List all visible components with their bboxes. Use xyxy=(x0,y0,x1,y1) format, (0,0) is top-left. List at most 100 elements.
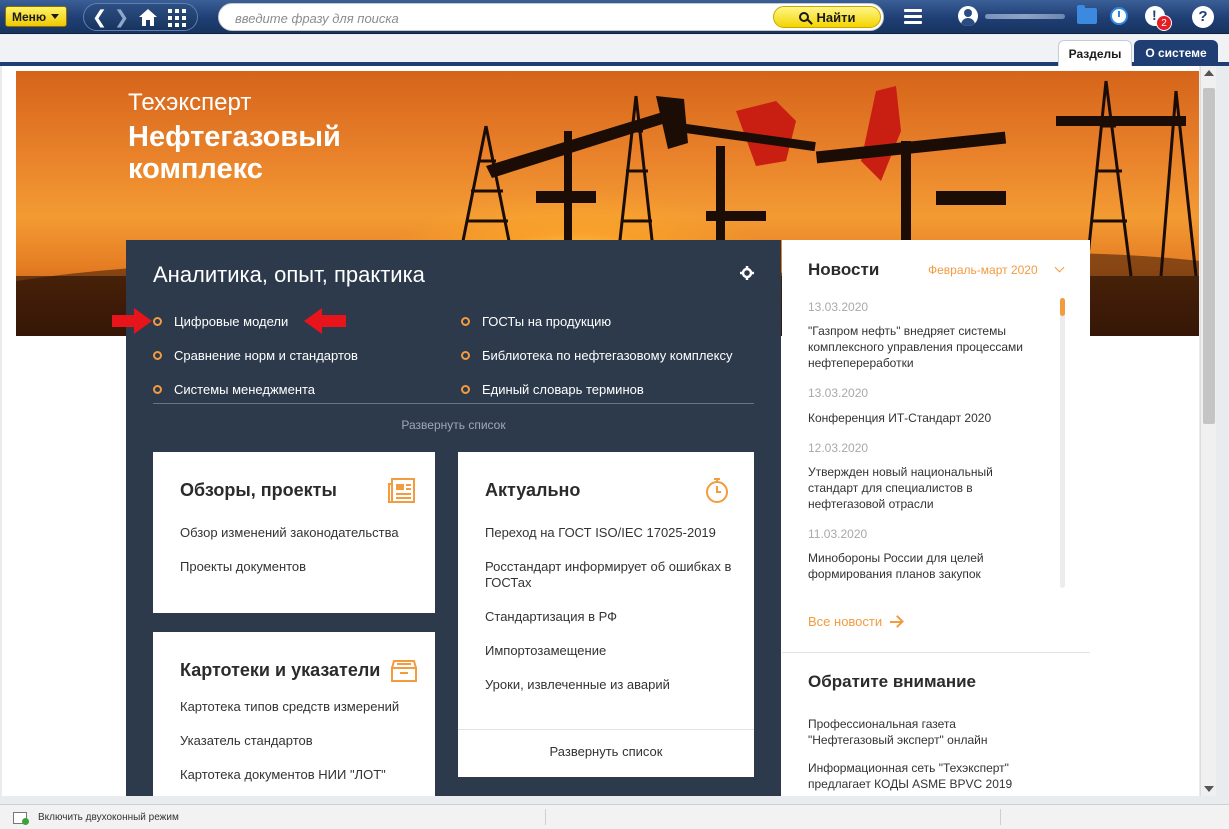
news-period-select[interactable]: Февраль-март 2020 xyxy=(928,263,1038,277)
scroll-down-icon[interactable] xyxy=(1204,786,1214,792)
alert-count-badge: 2 xyxy=(1156,15,1172,31)
news-item[interactable]: Минобороны России для целей формирования… xyxy=(808,550,1008,582)
catalogs-item[interactable]: Картотека документов НИИ "ЛОТ" xyxy=(180,767,386,783)
back-icon[interactable]: ❮ xyxy=(92,8,107,26)
news-date: 12.03.2020 xyxy=(808,441,869,455)
news-item[interactable]: "Газпром нефть" внедряет системы комплек… xyxy=(808,323,1033,371)
news-date: 11.03.2020 xyxy=(808,527,868,541)
news-date: 13.03.2020 xyxy=(808,386,869,400)
red-arrow-right-icon xyxy=(112,308,152,334)
reviews-item[interactable]: Проекты документов xyxy=(180,559,306,575)
link-product-gosts[interactable]: ГОСТы на продукцию xyxy=(461,314,611,329)
find-button[interactable]: Найти xyxy=(773,6,881,28)
news-scrollbar[interactable] xyxy=(1060,298,1065,588)
news-scroll-thumb[interactable] xyxy=(1060,298,1065,316)
newspaper-icon xyxy=(388,478,415,503)
attention-title: Обратите внимание xyxy=(808,672,976,691)
folder-icon[interactable] xyxy=(1077,5,1097,24)
link-management-systems[interactable]: Системы менеджмента xyxy=(153,382,315,397)
content-viewport: Техэксперт Нефтегазовый комплекс Аналити… xyxy=(2,66,1199,796)
expand-list-link[interactable]: Развернуть список xyxy=(126,418,781,432)
reviews-card: Обзоры, проекты Обзор изменений законода… xyxy=(153,452,435,613)
dual-window-toggle[interactable]: Включить двухоконный режим xyxy=(38,812,179,823)
bullet-icon xyxy=(153,317,162,326)
news-panel: Новости Февраль-март 2020 13.03.2020 "Га… xyxy=(782,240,1090,796)
actual-item[interactable]: Импортозамещение xyxy=(485,643,606,659)
search-icon xyxy=(798,12,809,22)
analytics-title: Аналитика, опыт, практика xyxy=(153,262,425,287)
user-icon[interactable] xyxy=(958,6,978,26)
analytics-panel: Аналитика, опыт, практика Цифровые модел… xyxy=(112,240,781,796)
red-arrow-left-icon xyxy=(304,308,346,334)
hamburger-menu-icon[interactable] xyxy=(904,9,922,25)
forward-icon[interactable]: ❯ xyxy=(114,8,129,26)
divider xyxy=(458,729,754,730)
home-icon[interactable] xyxy=(138,8,158,27)
catalogs-card: Картотеки и указатели Картотека типов ср… xyxy=(153,632,435,796)
stopwatch-icon xyxy=(706,478,728,503)
all-news-link[interactable]: Все новости xyxy=(808,614,903,629)
link-label: ГОСТы на продукцию xyxy=(482,314,612,329)
gear-icon[interactable] xyxy=(740,266,754,280)
navigation-group: ❮ ❯ xyxy=(83,3,198,31)
link-oil-gas-library[interactable]: Библиотека по нефтегазовому комплексу xyxy=(461,348,733,363)
catalogs-title: Картотеки и указатели xyxy=(180,660,381,680)
top-toolbar: Меню ❮ ❯ Найти 2 ? xyxy=(0,0,1229,34)
card-index-icon xyxy=(391,660,417,682)
tab-sections[interactable]: Разделы xyxy=(1058,40,1132,66)
actual-item[interactable]: Стандартизация в РФ xyxy=(485,609,617,625)
chevron-down-icon[interactable] xyxy=(1054,262,1065,273)
scroll-thumb[interactable] xyxy=(1203,88,1215,424)
hero-title: Нефтегазовый комплекс xyxy=(128,121,341,185)
link-label: Библиотека по нефтегазовому комплексу xyxy=(482,348,733,363)
news-title: Новости xyxy=(808,260,880,279)
find-label: Найти xyxy=(816,9,856,25)
help-icon[interactable]: ? xyxy=(1192,6,1214,28)
link-norms-comparison[interactable]: Сравнение норм и стандартов xyxy=(153,348,358,363)
divider xyxy=(545,809,546,825)
apps-grid-icon[interactable] xyxy=(168,9,186,27)
link-terms-dictionary[interactable]: Единый словарь терминов xyxy=(461,382,644,397)
divider xyxy=(1000,809,1001,825)
scroll-up-icon[interactable] xyxy=(1204,70,1214,76)
actual-item[interactable]: Росстандарт информирует об ошибках в ГОС… xyxy=(485,559,735,591)
history-clock-icon[interactable] xyxy=(1110,7,1128,25)
caret-down-icon xyxy=(51,14,60,19)
user-name-blurred[interactable] xyxy=(985,14,1065,19)
link-label: Цифровые модели xyxy=(174,314,289,329)
bullet-icon xyxy=(153,385,162,394)
bullet-icon xyxy=(461,351,470,360)
catalogs-item[interactable]: Картотека типов средств измерений xyxy=(180,699,399,715)
actual-title: Актуально xyxy=(485,480,581,500)
divider xyxy=(782,652,1090,653)
actual-item[interactable]: Уроки, извлеченные из аварий xyxy=(485,677,670,693)
tab-strip: Разделы О системе xyxy=(0,35,1229,66)
bullet-icon xyxy=(461,317,470,326)
actual-card: Актуально Переход на ГОСТ ISO/IEC 17025-… xyxy=(458,452,754,777)
news-date: 13.03.2020 xyxy=(808,300,869,314)
divider xyxy=(153,403,754,404)
link-label: Сравнение норм и стандартов xyxy=(174,348,358,363)
attention-item[interactable]: Профессиональная газета "Нефтегазовый эк… xyxy=(808,716,1018,748)
catalogs-item[interactable]: Указатель стандартов xyxy=(180,733,313,749)
status-bar: Включить двухоконный режим xyxy=(0,804,1229,829)
reviews-item[interactable]: Обзор изменений законодательства xyxy=(180,525,399,541)
menu-button[interactable]: Меню xyxy=(5,6,67,27)
link-label: Системы менеджмента xyxy=(174,382,316,397)
link-label: Единый словарь терминов xyxy=(482,382,644,397)
dual-window-icon[interactable] xyxy=(13,812,29,825)
bullet-icon xyxy=(153,351,162,360)
page-scrollbar[interactable] xyxy=(1200,66,1216,796)
news-item[interactable]: Утвержден новый национальный стандарт дл… xyxy=(808,464,1008,512)
reviews-title: Обзоры, проекты xyxy=(180,480,337,500)
news-item[interactable]: Конференция ИТ-Стандарт 2020 xyxy=(808,410,1033,426)
search-input[interactable] xyxy=(235,9,775,27)
link-digital-models[interactable]: Цифровые модели xyxy=(153,314,288,329)
tab-about[interactable]: О системе xyxy=(1134,40,1218,66)
actual-item[interactable]: Переход на ГОСТ ISO/IEC 17025-2019 xyxy=(485,525,716,541)
menu-label: Меню xyxy=(12,9,47,24)
all-news-label: Все новости xyxy=(808,614,883,629)
expand-list-link[interactable]: Развернуть список xyxy=(458,744,754,759)
search-box: Найти xyxy=(218,3,884,31)
attention-item[interactable]: Информационная сеть "Техэксперт" предлаг… xyxy=(808,760,1028,792)
